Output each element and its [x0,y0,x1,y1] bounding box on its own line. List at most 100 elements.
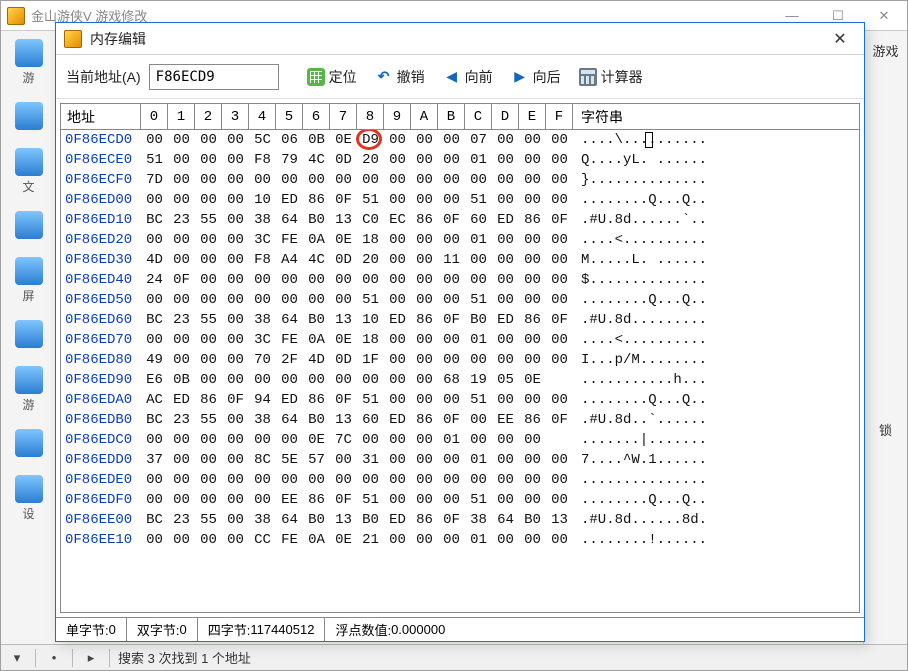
hex-byte[interactable]: B0 [519,510,546,530]
hex-byte[interactable]: 00 [276,430,303,450]
hex-byte[interactable]: 00 [411,290,438,310]
hex-byte[interactable]: 00 [168,130,195,150]
hex-byte[interactable]: 51 [465,490,492,510]
hex-byte[interactable]: 00 [438,270,465,290]
hex-byte[interactable]: 0D [330,350,357,370]
row-ascii[interactable]: .#U.8d..`...... [573,410,859,430]
hex-byte[interactable]: 00 [384,170,411,190]
hex-byte[interactable]: 00 [411,390,438,410]
parent-left-item[interactable] [1,203,56,249]
hex-byte[interactable]: F8 [249,150,276,170]
close-button[interactable]: ✕ [861,1,907,31]
hex-byte[interactable]: 00 [330,470,357,490]
row-ascii[interactable]: ............... [573,470,859,490]
hex-byte[interactable]: 0F [330,490,357,510]
hex-byte[interactable]: 23 [168,310,195,330]
hex-byte[interactable]: 0E [330,330,357,350]
hex-byte[interactable]: 0F [438,210,465,230]
hex-byte[interactable]: 1F [357,350,384,370]
hex-byte[interactable]: 00 [222,150,249,170]
hex-byte[interactable]: 0E [330,230,357,250]
hex-byte[interactable]: 37 [141,450,168,470]
hex-byte[interactable]: 00 [141,230,168,250]
prev-button[interactable]: ◀ 向前 [437,64,499,90]
hex-byte[interactable]: 00 [519,290,546,310]
hex-byte[interactable]: 0F [438,410,465,430]
hex-byte[interactable]: 3C [249,330,276,350]
hex-byte[interactable]: B0 [465,310,492,330]
hex-byte[interactable]: 00 [411,450,438,470]
hex-byte[interactable]: 00 [222,130,249,150]
hex-byte[interactable]: ED [168,390,195,410]
hex-byte[interactable]: 00 [168,170,195,190]
row-ascii[interactable]: $.............. [573,270,859,290]
hex-byte[interactable]: 00 [195,530,222,550]
row-hex[interactable]: 000000005C060B0ED900000007000000 [141,130,573,150]
hex-byte[interactable]: 00 [303,270,330,290]
row-ascii[interactable]: I...p/M........ [573,350,859,370]
hex-byte[interactable]: 86 [411,210,438,230]
hex-byte[interactable]: 79 [276,150,303,170]
hex-byte[interactable]: F8 [249,250,276,270]
hex-byte[interactable]: ED [384,410,411,430]
hex-byte[interactable]: 00 [384,270,411,290]
row-ascii[interactable]: .#U.8d......`.. [573,210,859,230]
row-hex[interactable]: BC2355003864B01360ED860F00EE860F [141,410,573,430]
hex-byte[interactable]: 0F [330,390,357,410]
hex-row[interactable]: 0F86ED20000000003CFE0A0E1800000001000000… [61,230,859,250]
status-stop-icon[interactable]: • [40,647,68,669]
hex-row[interactable]: 0F86ECF07D000000000000000000000000000000… [61,170,859,190]
hex-byte[interactable]: 4D [141,250,168,270]
hex-row[interactable]: 0F86ECE051000000F8794C0D2000000001000000… [61,150,859,170]
hex-byte[interactable]: 0B [168,370,195,390]
hex-byte[interactable]: 51 [141,150,168,170]
hex-byte[interactable]: 13 [546,510,573,530]
hex-byte[interactable]: 00 [195,190,222,210]
hex-byte[interactable]: 00 [249,470,276,490]
hex-byte[interactable]: 00 [357,370,384,390]
hex-byte[interactable]: 00 [384,250,411,270]
hex-byte[interactable]: 23 [168,210,195,230]
row-hex[interactable]: 00000000CCFE0A0E2100000001000000 [141,530,573,550]
hex-byte[interactable]: 51 [357,490,384,510]
hex-byte[interactable]: 00 [195,430,222,450]
hex-row[interactable]: 0F86ED5000000000000000005100000051000000… [61,290,859,310]
row-hex[interactable]: 370000008C5E57003100000001000000 [141,450,573,470]
hex-byte[interactable]: 00 [222,270,249,290]
hex-byte[interactable]: 00 [411,170,438,190]
hex-byte[interactable]: 00 [384,450,411,470]
row-hex[interactable]: 000000003CFE0A0E1800000001000000 [141,230,573,250]
hex-byte[interactable]: 00 [492,530,519,550]
hex-byte[interactable]: 00 [195,330,222,350]
hex-byte[interactable]: 00 [276,370,303,390]
row-ascii[interactable]: }.............. [573,170,859,190]
hex-byte[interactable]: 00 [411,370,438,390]
hex-byte[interactable]: 20 [357,250,384,270]
row-ascii[interactable]: .#U.8d......... [573,310,859,330]
hex-byte[interactable]: 00 [411,470,438,490]
hex-byte[interactable]: EE [276,490,303,510]
hex-byte[interactable]: 00 [465,170,492,190]
row-hex[interactable]: 51000000F8794C0D2000000001000000 [141,150,573,170]
hex-byte[interactable]: 00 [384,230,411,250]
hex-byte[interactable]: 51 [357,390,384,410]
hex-byte[interactable]: B0 [303,310,330,330]
hex-byte[interactable]: 00 [195,370,222,390]
hex-byte[interactable]: 00 [141,470,168,490]
hex-byte[interactable]: 00 [438,350,465,370]
hex-byte[interactable]: 00 [168,230,195,250]
hex-byte[interactable]: 00 [519,270,546,290]
hex-byte[interactable]: FE [276,230,303,250]
hex-byte[interactable]: 0E [330,130,357,150]
hex-byte[interactable]: 00 [546,350,573,370]
hex-byte[interactable]: 00 [249,170,276,190]
hex-byte[interactable]: 31 [357,450,384,470]
calculator-button[interactable]: 计算器 [573,64,649,90]
hex-byte[interactable]: ED [492,310,519,330]
hex-row[interactable]: 0F86ED90E60B0000000000000000006819050E .… [61,370,859,390]
row-hex[interactable]: 0000000000000E7C00000001000000 [141,430,573,450]
hex-byte[interactable]: 00 [276,290,303,310]
hex-byte[interactable]: 00 [546,470,573,490]
hex-byte[interactable]: 00 [411,330,438,350]
status-prev-icon[interactable]: ▾ [3,647,31,669]
